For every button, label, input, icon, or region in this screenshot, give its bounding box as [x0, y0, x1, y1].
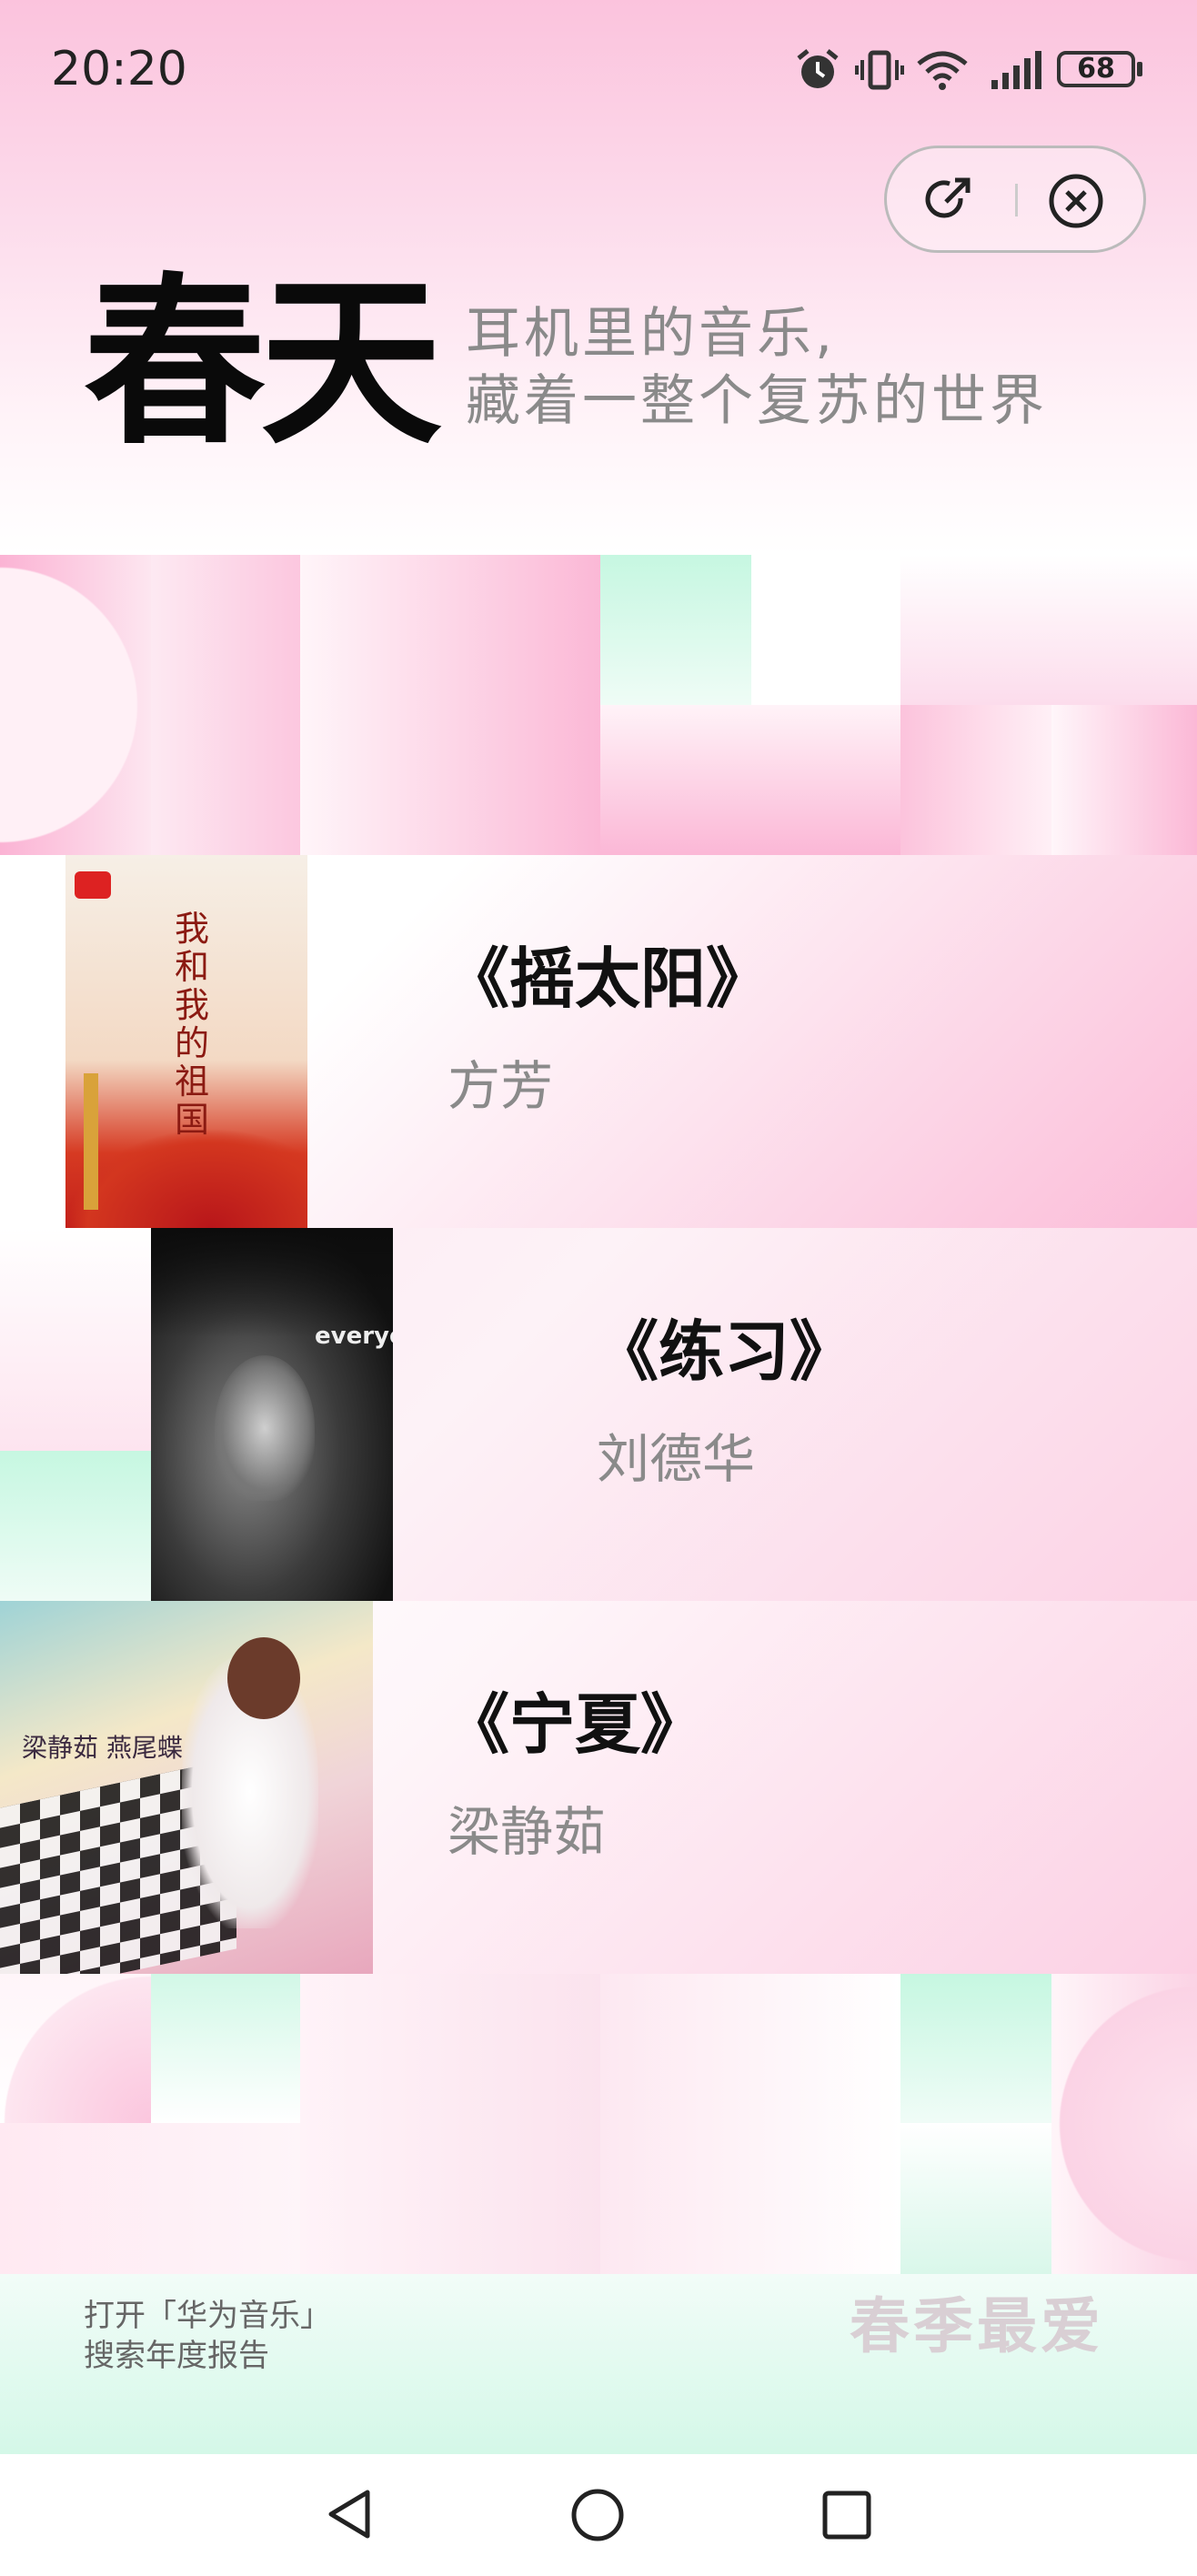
vibrate-icon	[855, 50, 904, 90]
cover-text: everyone is	[315, 1323, 393, 1350]
song-row[interactable]: 梁静茹 燕尾蝶 《宁夏》 梁静茹	[0, 1601, 1197, 1974]
share-icon[interactable]	[919, 171, 977, 229]
cover-text: 我和我的祖国	[175, 909, 210, 1140]
page-title: 春天	[84, 257, 442, 469]
cover-text: 梁静茹 燕尾蝶	[22, 1733, 183, 1763]
back-icon[interactable]	[324, 2487, 375, 2541]
home-icon[interactable]	[569, 2487, 626, 2543]
wifi-icon	[917, 51, 968, 90]
song-row[interactable]: 我和我的祖国 《摇太阳》 方芳	[0, 855, 1197, 1228]
battery-tip	[1137, 62, 1142, 76]
song-artist: 刘德华	[597, 1428, 756, 1490]
song-title: 《摇太阳》	[444, 941, 772, 1017]
album-cover: everyone is	[151, 1228, 393, 1601]
song-artist: 方芳	[448, 1055, 554, 1117]
song-title: 《宁夏》	[444, 1686, 707, 1763]
album-cover: 我和我的祖国	[65, 855, 307, 1228]
song-artist: 梁静茹	[448, 1801, 607, 1863]
song-title: 《练习》	[593, 1313, 856, 1390]
battery-icon: 68	[1057, 51, 1135, 87]
footer-line1: 打开「华为音乐」	[84, 2298, 331, 2334]
alarm-icon	[797, 49, 839, 88]
subtitle-line1: 耳机里的音乐,	[466, 302, 837, 366]
footer-line2: 搜索年度报告	[84, 2338, 269, 2374]
subtitle-line2: 藏着一整个复苏的世界	[466, 369, 1048, 433]
status-time: 20:20	[51, 42, 187, 96]
song-row[interactable]: everyone is 《练习》 刘德华	[0, 1228, 1197, 1601]
recents-icon[interactable]	[820, 2489, 873, 2541]
season-label: 春季最爱	[850, 2291, 1104, 2361]
capsule-divider	[1015, 184, 1018, 216]
close-icon[interactable]	[1048, 173, 1104, 229]
signal-icon	[991, 51, 1041, 89]
album-cover: 梁静茹 燕尾蝶	[0, 1601, 373, 1974]
